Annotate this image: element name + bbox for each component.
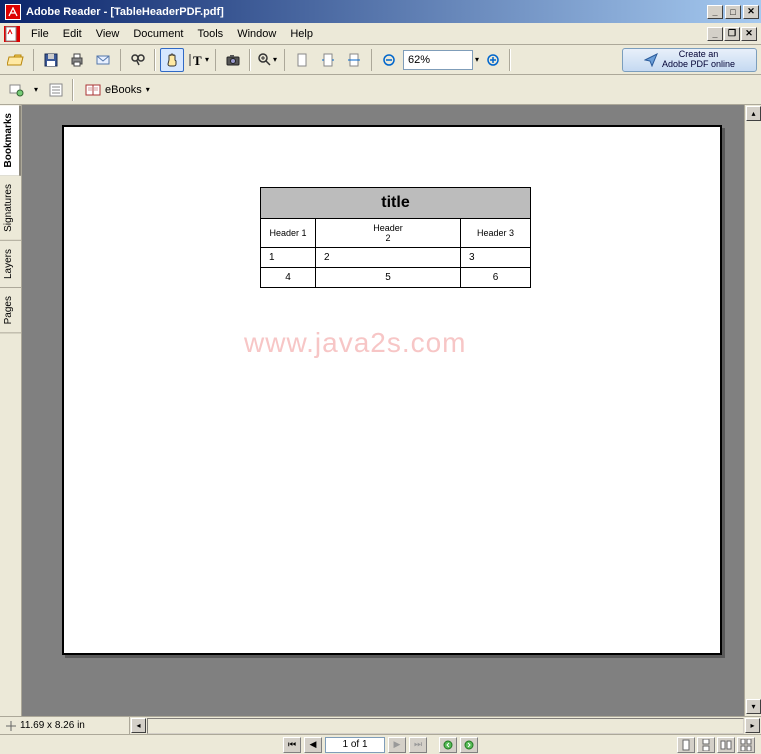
- fit-width-button[interactable]: [342, 48, 366, 72]
- scroll-right-button[interactable]: ▸: [745, 718, 760, 733]
- zoom-out-button[interactable]: [377, 48, 401, 72]
- toolbar-separator: [509, 49, 511, 71]
- document-icon: [4, 26, 20, 42]
- svg-text:T: T: [193, 52, 202, 67]
- ebooks-button[interactable]: eBooks ▾: [78, 79, 157, 101]
- ebooks-label: eBooks: [105, 84, 142, 96]
- watermark: www.java2s.com: [244, 327, 467, 359]
- main-toolbar: T▾ ▾ ▾ Create anAdobe PDF online: [0, 45, 761, 75]
- save-button[interactable]: [39, 48, 63, 72]
- toolbar-separator: [371, 49, 372, 71]
- toolbar-separator: [215, 49, 216, 71]
- vertical-scrollbar[interactable]: ▴ ▾: [744, 105, 761, 716]
- menu-tools[interactable]: Tools: [191, 26, 231, 42]
- fit-page-button[interactable]: [316, 48, 340, 72]
- table-title: title: [261, 188, 531, 219]
- doc-close-button[interactable]: ✕: [741, 27, 757, 41]
- menu-edit[interactable]: Edit: [56, 26, 89, 42]
- crosshair-icon: [6, 721, 16, 731]
- scroll-left-button[interactable]: ◂: [131, 718, 146, 733]
- next-view-button[interactable]: [460, 737, 478, 753]
- single-page-button[interactable]: [677, 737, 695, 753]
- toolbar-separator: [154, 49, 156, 71]
- doc-restore-button[interactable]: ❐: [724, 27, 740, 41]
- window-titlebar: Adobe Reader - [TableHeaderPDF.pdf] _ □ …: [0, 0, 761, 23]
- zoom-in-button[interactable]: ▾: [255, 48, 279, 72]
- open-button[interactable]: [4, 48, 28, 72]
- table-row: 1 2 3: [261, 248, 531, 268]
- forms-button[interactable]: [44, 78, 68, 102]
- secondary-toolbar: ▾ eBooks ▾: [0, 75, 761, 105]
- toolbar-separator: [120, 49, 121, 71]
- horizontal-scroll-row: 11.69 x 8.26 in ◂ ▸: [0, 716, 761, 734]
- menu-file[interactable]: File: [24, 26, 56, 42]
- zoom-input[interactable]: [403, 50, 473, 70]
- page-dimensions: 11.69 x 8.26 in: [0, 717, 130, 734]
- menu-view[interactable]: View: [89, 26, 127, 42]
- maximize-button[interactable]: □: [725, 5, 741, 19]
- toolbar-separator: [72, 79, 74, 101]
- tab-layers[interactable]: Layers: [0, 241, 21, 288]
- document-viewport[interactable]: title Header 1 Header 2 Header 3 1 2 3 4…: [22, 105, 761, 716]
- zoom-dropdown-icon[interactable]: ▾: [475, 55, 479, 64]
- hand-tool-button[interactable]: [160, 48, 184, 72]
- scroll-down-button[interactable]: ▾: [746, 699, 761, 714]
- navigation-sidebar: Bookmarks Signatures Layers Pages: [0, 105, 22, 716]
- actual-size-button[interactable]: [290, 48, 314, 72]
- tab-pages[interactable]: Pages: [0, 288, 21, 333]
- prev-page-button[interactable]: ◀: [304, 737, 322, 753]
- next-page-button[interactable]: ▶: [388, 737, 406, 753]
- tab-signatures[interactable]: Signatures: [0, 176, 21, 241]
- pdf-table: title Header 1 Header 2 Header 3 1 2 3 4…: [260, 187, 531, 288]
- menu-document[interactable]: Document: [126, 26, 190, 42]
- ebook-icon: [85, 83, 101, 97]
- menu-window[interactable]: Window: [230, 26, 283, 42]
- menu-help[interactable]: Help: [283, 26, 320, 42]
- print-button[interactable]: [65, 48, 89, 72]
- continuous-facing-button[interactable]: [737, 737, 755, 753]
- email-button[interactable]: [91, 48, 115, 72]
- work-area: Bookmarks Signatures Layers Pages title …: [0, 105, 761, 716]
- horizontal-scrollbar[interactable]: [147, 718, 744, 734]
- snapshot-button[interactable]: [221, 48, 245, 72]
- table-header: Header 2: [316, 219, 461, 248]
- facing-button[interactable]: [717, 737, 735, 753]
- chevron-down-icon: ▾: [146, 85, 150, 94]
- adobe-reader-icon: [5, 4, 21, 20]
- close-button[interactable]: ✕: [743, 5, 759, 19]
- review-button[interactable]: [4, 78, 28, 102]
- pdf-page: title Header 1 Header 2 Header 3 1 2 3 4…: [62, 125, 722, 655]
- tab-bookmarks[interactable]: Bookmarks: [0, 105, 21, 176]
- table-header: Header 1: [261, 219, 316, 248]
- review-dropdown[interactable]: ▾: [30, 78, 42, 102]
- window-title: Adobe Reader - [TableHeaderPDF.pdf]: [24, 6, 707, 18]
- continuous-button[interactable]: [697, 737, 715, 753]
- table-row: 4 5 6: [261, 268, 531, 288]
- menu-bar: File Edit View Document Tools Window Hel…: [0, 23, 761, 45]
- search-button[interactable]: [126, 48, 150, 72]
- prev-view-button[interactable]: [439, 737, 457, 753]
- zoom-in-plus-button[interactable]: [481, 48, 505, 72]
- paper-plane-icon: [644, 53, 658, 67]
- toolbar-separator: [33, 49, 34, 71]
- last-page-button[interactable]: ⏭: [409, 737, 427, 753]
- status-bar: ⏮ ◀ ▶ ⏭: [0, 734, 761, 754]
- text-select-button[interactable]: T▾: [186, 48, 210, 72]
- minimize-button[interactable]: _: [707, 5, 723, 19]
- doc-minimize-button[interactable]: _: [707, 27, 723, 41]
- toolbar-separator: [249, 49, 251, 71]
- toolbar-separator: [284, 49, 285, 71]
- first-page-button[interactable]: ⏮: [283, 737, 301, 753]
- adobe-pdf-online-button[interactable]: Create anAdobe PDF online: [622, 48, 757, 72]
- scroll-up-button[interactable]: ▴: [746, 106, 761, 121]
- table-header: Header 3: [461, 219, 531, 248]
- page-number-input[interactable]: [325, 737, 385, 753]
